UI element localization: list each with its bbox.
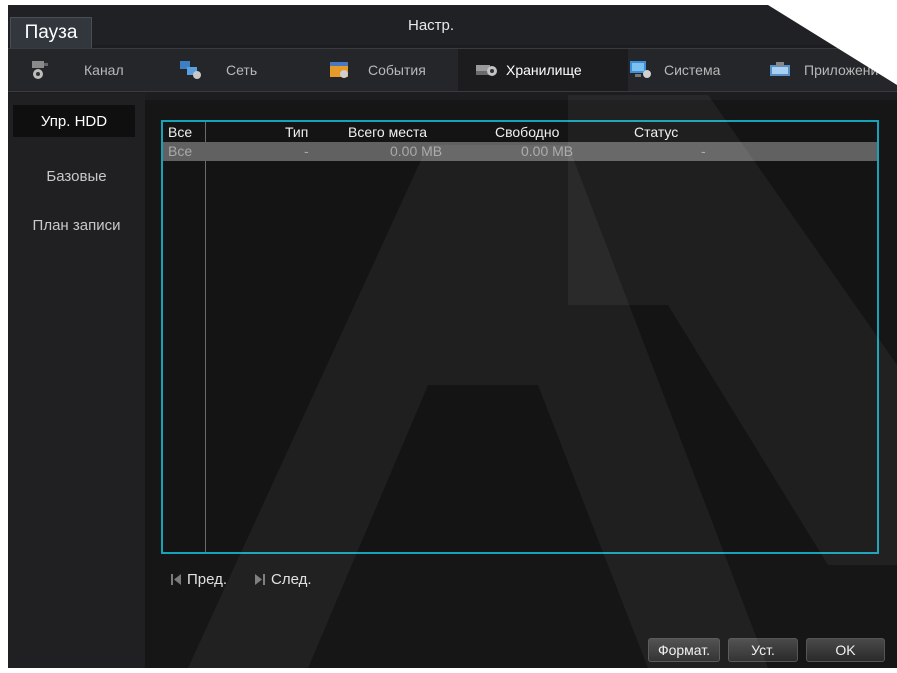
tab-channel[interactable]: Канал: [30, 49, 160, 91]
column-header-total: Всего места: [348, 124, 428, 140]
prev-page-label: Пред.: [187, 571, 228, 588]
set-button[interactable]: Уст.: [728, 638, 798, 662]
next-arrow-icon: [255, 574, 265, 585]
tab-events[interactable]: События: [328, 49, 458, 91]
sidebar-item-hdd-management[interactable]: Упр. HDD: [13, 105, 135, 137]
sidebar-item-record-schedule[interactable]: План записи: [8, 209, 145, 241]
sidebar-item-basic[interactable]: Базовые: [8, 160, 145, 192]
tab-storage[interactable]: Хранилище: [458, 49, 628, 91]
main-tab-bar: Канал Сеть События Хранилище Система При…: [8, 48, 897, 92]
title-bar: Пауза Настр.: [8, 5, 897, 48]
pause-button[interactable]: Пауза: [10, 17, 92, 48]
cell-all: Все: [168, 143, 193, 159]
tab-apps-label: Приложени: [804, 62, 879, 78]
window-title: Настр.: [408, 17, 455, 34]
events-gear-icon: [328, 59, 354, 81]
tab-channel-label: Канал: [84, 62, 124, 78]
tab-system[interactable]: Система: [628, 49, 758, 91]
table-row[interactable]: Все - 0.00 MB 0.00 MB -: [163, 142, 877, 161]
cell-type: -: [304, 143, 309, 159]
column-header-status: Статус: [634, 124, 679, 140]
sidebar: Упр. HDD Базовые План записи: [8, 93, 145, 668]
tab-apps[interactable]: Приложени: [768, 49, 897, 91]
prev-arrow-icon: [171, 574, 181, 585]
settings-window: Пауза Настр. Канал Сеть События Хранилищ…: [8, 5, 897, 668]
next-page-button[interactable]: След.: [255, 571, 312, 588]
column-header-type: Тип: [285, 124, 309, 140]
app-gear-icon: [768, 59, 794, 81]
column-header-free: Свободно: [495, 124, 560, 140]
tab-network[interactable]: Сеть: [178, 49, 288, 91]
format-button[interactable]: Формат.: [648, 638, 720, 662]
cell-total: 0.00 MB: [390, 143, 443, 159]
camera-gear-icon: [30, 59, 56, 81]
storage-gear-icon: [474, 59, 500, 81]
cell-status: -: [701, 143, 706, 159]
system-gear-icon: [628, 59, 654, 81]
tab-events-label: События: [368, 62, 426, 78]
content-panel: Все Тип Всего места Свободно Статус Все …: [145, 100, 897, 668]
column-header-all[interactable]: Все: [168, 124, 192, 140]
tab-storage-label: Хранилище: [506, 62, 582, 78]
next-page-label: След.: [271, 571, 312, 588]
column-divider: [205, 122, 206, 552]
cell-free: 0.00 MB: [521, 143, 574, 159]
prev-page-button[interactable]: Пред.: [171, 571, 227, 588]
tab-network-label: Сеть: [226, 62, 258, 78]
network-gear-icon: [178, 59, 204, 81]
tab-system-label: Система: [664, 62, 721, 78]
hdd-table[interactable]: Все Тип Всего места Свободно Статус Все …: [161, 120, 879, 554]
ok-button[interactable]: OK: [806, 638, 885, 662]
